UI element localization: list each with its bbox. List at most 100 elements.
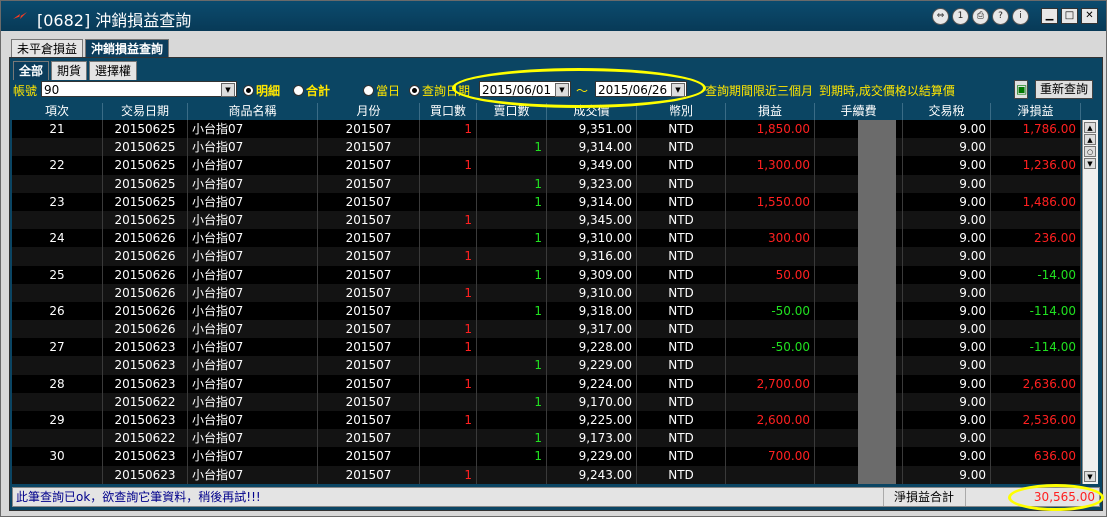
cell-month: 201507 [318,192,420,211]
tab-all[interactable]: 全部 [13,61,50,80]
table-row[interactable]: 20150622 小台指07 201507 1 9,173.00 NTD 9.00 [12,429,1081,448]
cell-tax: 9.00 [903,138,991,157]
cell-pnl: 700.00 [726,447,815,466]
app-logo-icon [13,12,27,19]
cell-buy-qty: 1 [420,320,477,339]
radio-checked-icon[interactable] [243,85,254,96]
cell-currency: NTD [637,356,726,375]
cell-pnl: 1,550.00 [726,192,815,211]
scroll-bottom-icon[interactable]: ▼ [1084,471,1096,482]
table-row[interactable]: 25 20150626 小台指07 201507 1 9,309.00 NTD 50.00 9.… [12,265,1081,284]
cell-trade-date: 20150623 [103,374,188,393]
cell-tax: 9.00 [903,229,991,248]
cell-month: 201507 [318,229,420,248]
table-row[interactable]: 26 20150626 小台指07 201507 1 9,318.00 NTD -50.00 9… [12,301,1081,321]
cell-tax: 9.00 [903,174,991,193]
detail-radio[interactable]: 明細 [243,82,280,99]
tab-closed-pnl-query[interactable]: 沖銷損益查詢 [85,39,170,58]
cell-item-no: 26 [12,301,103,321]
grid-body: 21 20150625 小台指07 201507 1 9,351.00 NTD 1,850.0… [12,120,1081,484]
table-row[interactable]: 20150625 小台指07 201507 1 9,314.00 NTD 9.00 [12,138,1081,157]
scroll-top-icon[interactable]: ▲ [1084,122,1096,133]
status-message: 此筆查詢已ok，欲查詢它筆資料，稍後再試!!! [16,490,261,504]
radio-unchecked-icon[interactable] [363,85,374,96]
cell-product-name: 小台指07 [188,138,318,157]
cell-item-no [12,429,103,448]
cell-sell-qty [477,156,547,175]
tab-futures[interactable]: 期貨 [51,61,88,80]
cell-buy-qty: 1 [420,465,477,484]
export-icon[interactable]: ▣ [1014,80,1028,99]
cell-buy-qty [420,138,477,157]
table-row[interactable]: 20150623 小台指07 201507 1 9,229.00 NTD 9.00 [12,356,1081,375]
column-header-item-no[interactable]: 項次 [12,103,103,120]
table-row[interactable]: 28 20150623 小台指07 201507 1 9,224.00 NTD 2,700.0… [12,374,1081,393]
cell-product-name: 小台指07 [188,447,318,466]
column-header-tax[interactable]: 交易稅 [903,103,991,120]
table-row[interactable]: 20150625 小台指07 201507 1 9,323.00 NTD 9.00 [12,174,1081,193]
table-row[interactable]: 23 20150625 小台指07 201507 1 9,314.00 NTD 1,550.0… [12,192,1081,211]
today-radio[interactable]: 當日 [363,82,400,99]
requery-button[interactable]: 重新查詢 [1035,80,1094,99]
column-header-buy-qty[interactable]: 買口數 [420,103,477,120]
print-icon[interactable]: ⎙ [972,8,989,25]
cell-item-no: 24 [12,229,103,248]
table-row[interactable]: 20150626 小台指07 201507 1 9,310.00 NTD 9.00 [12,283,1081,302]
cell-month: 201507 [318,283,420,302]
table-row[interactable]: 20150626 小台指07 201507 1 9,316.00 NTD 9.00 [12,247,1081,266]
link-icon[interactable]: ⇔ [932,8,949,25]
tab-options[interactable]: 選擇權 [89,61,138,80]
scroll-up-icon[interactable]: ▲ [1084,134,1096,145]
cell-tax: 9.00 [903,411,991,430]
cell-product-name: 小台指07 [188,283,318,302]
help-icon[interactable]: ? [992,8,1009,25]
maximize-icon[interactable]: □ [1061,8,1078,24]
table-row[interactable]: 20150626 小台指07 201507 1 9,317.00 NTD 9.00 [12,320,1081,339]
tab-open-position-pnl[interactable]: 未平倉損益 [11,39,84,58]
table-row[interactable]: 30 20150623 小台指07 201507 1 9,229.00 NTD 700.00 9… [12,447,1081,466]
table-row[interactable]: 21 20150625 小台指07 201507 1 9,351.00 NTD 1,850.0… [12,120,1081,139]
cell-net-pnl [991,356,1081,375]
scroll-down-icon[interactable]: ▼ [1084,158,1096,169]
one-icon[interactable]: 1 [952,8,969,25]
cell-buy-qty: 1 [420,338,477,357]
scroll-home-icon[interactable]: ○ [1084,146,1096,157]
cell-buy-qty [420,174,477,193]
total-radio[interactable]: 合計 [293,82,330,99]
minimize-icon[interactable]: ▁ [1041,8,1058,24]
table-row[interactable]: 24 20150626 小台指07 201507 1 9,310.00 NTD 300.00 9… [12,229,1081,248]
info-icon[interactable]: i [1012,8,1029,25]
table-row[interactable]: 20150622 小台指07 201507 1 9,170.00 NTD 9.00 [12,392,1081,411]
column-header-month[interactable]: 月份 [318,103,420,120]
cell-price: 9,316.00 [547,247,637,266]
table-row[interactable]: 20150623 小台指07 201507 1 9,243.00 NTD 9.00 [12,465,1081,484]
column-header-product-name[interactable]: 商品名稱 [188,103,318,120]
column-header-currency[interactable]: 幣別 [637,103,726,120]
cell-product-name: 小台指07 [188,338,318,357]
cell-currency: NTD [637,138,726,157]
column-header-trade-date[interactable]: 交易日期 [103,103,188,120]
radio-unchecked-icon[interactable] [293,85,304,96]
close-icon[interactable]: ✕ [1081,8,1098,24]
chevron-down-icon[interactable]: ▼ [221,83,235,97]
account-select[interactable]: 90 ▼ [41,81,237,97]
column-header-fee[interactable]: 手續費 [815,103,903,120]
cell-sell-qty [477,374,547,393]
radio-checked-icon[interactable] [409,85,420,96]
cell-month: 201507 [318,210,420,230]
cell-currency: NTD [637,447,726,466]
column-header-net-pnl[interactable]: 淨損益 [991,103,1081,120]
cell-buy-qty [420,429,477,448]
table-row[interactable]: 20150625 小台指07 201507 1 9,345.00 NTD 9.00 [12,210,1081,230]
table-row[interactable]: 29 20150623 小台指07 201507 1 9,225.00 NTD 2,600.0… [12,411,1081,430]
table-row[interactable]: 27 20150623 小台指07 201507 1 9,228.00 NTD -50.00 9… [12,338,1081,357]
cell-tax: 9.00 [903,392,991,411]
cell-trade-date: 20150626 [103,320,188,339]
cell-item-no [12,247,103,266]
column-header-pnl[interactable]: 損益 [726,103,815,120]
table-row[interactable]: 22 20150625 小台指07 201507 1 9,349.00 NTD 1,300.0… [12,156,1081,175]
vertical-scrollbar[interactable]: ▲ ▲ ○ ▼ ▼ [1082,120,1098,484]
cell-pnl: 300.00 [726,229,815,248]
cell-pnl: 50.00 [726,265,815,284]
cell-currency: NTD [637,120,726,139]
